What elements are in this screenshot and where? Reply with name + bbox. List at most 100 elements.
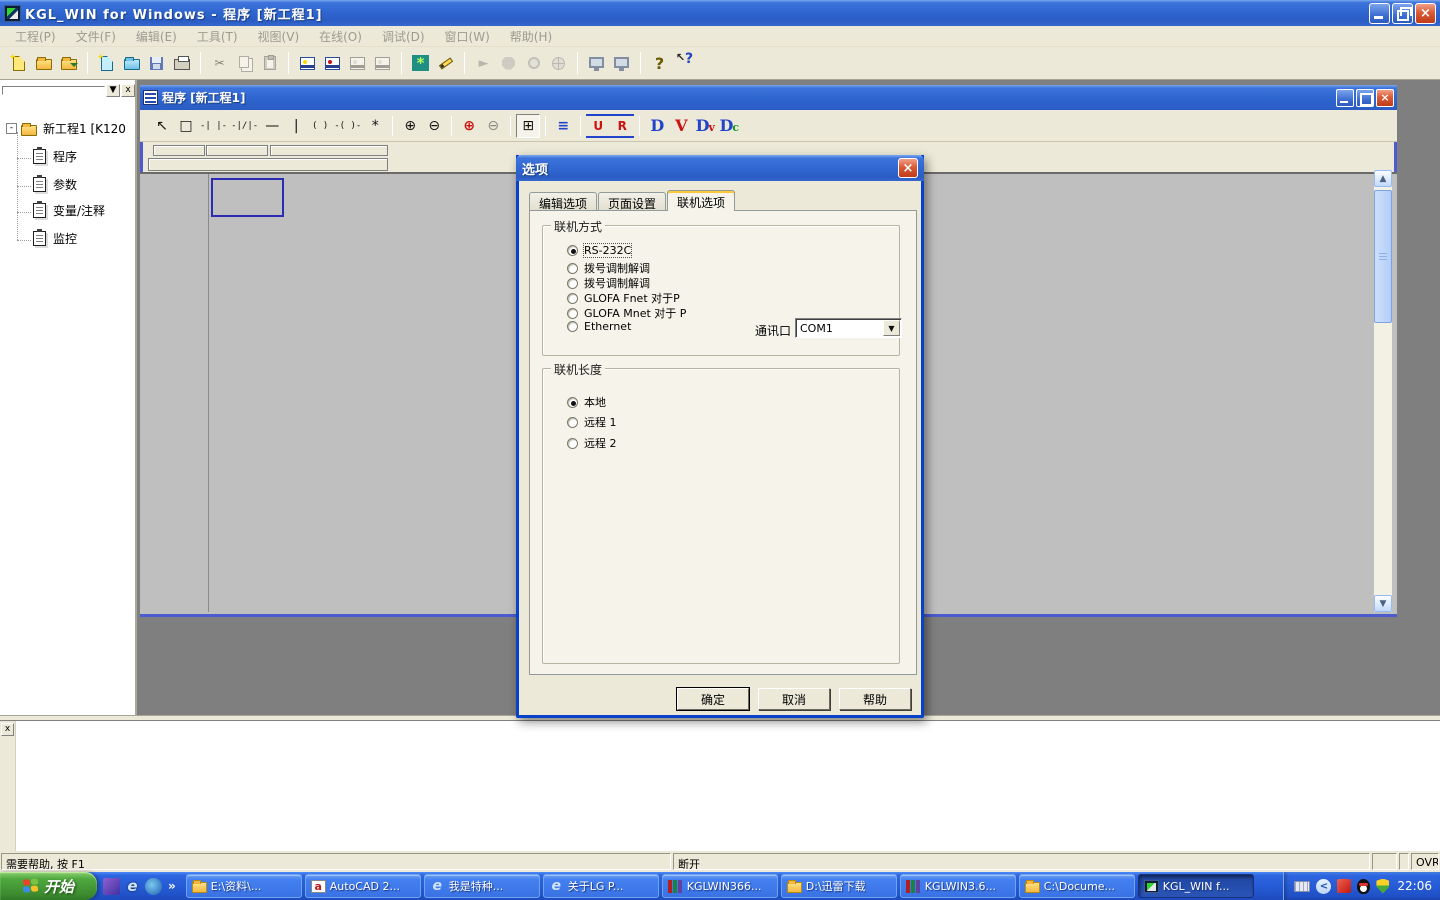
monitor-zoom-in-button[interactable]: ⊕ [457,114,481,138]
radio-ethernet[interactable]: Ethernet [567,320,631,333]
dialog-close-button[interactable]: × [898,158,918,178]
set-coil-button[interactable]: U [586,114,610,138]
ladder-insert-button[interactable] [345,51,370,76]
task-kglwin-active[interactable]: KGL_WIN f... [1138,874,1254,898]
line-mode-button[interactable]: ≡ [551,114,575,138]
input-method-icon[interactable] [1294,881,1310,892]
pause-button[interactable] [521,51,546,76]
tree-item-variable[interactable]: 变量/注释 [33,202,105,219]
stop-button[interactable] [496,51,521,76]
internet-explorer-icon[interactable]: e [124,878,141,895]
tree-item-program[interactable]: 程序 [33,148,77,165]
task-explorer-c[interactable]: C:\Docume... [1019,874,1135,898]
menu-tools[interactable]: 工具(T) [188,26,247,47]
open-file-button[interactable] [119,51,144,76]
dialog-titlebar[interactable]: 选项 × [516,155,924,181]
ladder-delete-button[interactable] [370,51,395,76]
help-button[interactable]: ? [647,51,672,76]
tree-item-parameter[interactable]: 参数 [33,176,77,193]
quick-launch-icon-1[interactable] [103,878,120,895]
paste-button[interactable] [257,51,282,76]
contact-nc-button[interactable]: -|/|- [229,114,260,138]
tree-panel-close-button[interactable]: x [121,84,135,97]
task-autocad[interactable]: a AutoCAD 2... [305,874,421,898]
mdi-close-button[interactable]: × [1376,89,1394,107]
radio-button[interactable] [567,438,578,449]
task-explorer-d[interactable]: D:\迅雷下载 [781,874,897,898]
mdi-maximize-button[interactable] [1356,89,1374,107]
security-shield-icon[interactable] [1376,879,1389,894]
copy-button[interactable] [232,51,257,76]
help-dialog-button[interactable]: 帮助 [839,688,911,710]
edit-tool-button[interactable] [433,51,458,76]
radio-rs232c[interactable]: RS-232C [567,244,631,257]
print-button[interactable] [169,51,194,76]
connect-button[interactable] [584,51,609,76]
tab-edit-options[interactable]: 编辑选项 [529,192,597,211]
radio-button[interactable] [567,263,578,274]
cancel-button[interactable]: 取消 [758,688,830,710]
radio-button[interactable] [567,293,578,304]
select-tool-button[interactable]: ↖ [150,114,174,138]
dv-instruction-button[interactable]: Dv [693,114,717,138]
tab-page-setup[interactable]: 页面设置 [598,192,666,211]
cut-button[interactable]: ✂ [207,51,232,76]
dc-instruction-button[interactable]: Dc [717,114,741,138]
zoom-out-button[interactable]: ⊖ [422,114,446,138]
comm-port-combobox[interactable]: COM1 ▼ [795,318,902,338]
task-explorer-e[interactable]: E:\资料\... [186,874,302,898]
ladder-cursor-cell[interactable] [211,178,284,217]
menu-online[interactable]: 在线(O) [310,26,371,47]
tab-online-options[interactable]: 联机选项 [667,190,735,211]
task-winrar-1[interactable]: KGLWIN366... [662,874,778,898]
task-browser-2[interactable]: e 关于LG P... [543,874,659,898]
radio-button[interactable] [567,308,578,319]
d-instruction-button[interactable]: D [645,114,669,138]
radio-button[interactable] [567,397,578,408]
output-coil-button[interactable]: -( )- [332,114,363,138]
monitor-zoom-out-button[interactable]: ⊖ [481,114,505,138]
menu-file[interactable]: 文件(F) [67,26,125,47]
radio-button[interactable] [567,245,578,256]
task-winrar-2[interactable]: KGLWIN3.6... [900,874,1016,898]
radio-local[interactable]: 本地 [567,394,606,410]
program-window-titlebar[interactable]: 程序 [新工程1] × [140,85,1397,110]
menu-project[interactable]: 工程(P) [6,26,65,47]
menu-window[interactable]: 窗口(W) [436,26,499,47]
tray-red-app-icon[interactable] [1337,879,1351,893]
tree-root-row[interactable]: - 新工程1 [K120 [6,120,126,137]
menu-edit[interactable]: 编辑(E) [127,26,186,47]
scroll-up-button[interactable]: ▲ [1374,170,1392,187]
program-check-button[interactable]: * [408,51,433,76]
rectangle-tool-button[interactable]: □ [174,114,198,138]
scroll-down-button[interactable]: ▼ [1374,595,1392,612]
remote-button[interactable] [546,51,571,76]
tray-collapse-icon[interactable]: < [1316,879,1331,894]
restore-button[interactable] [1392,3,1413,24]
menu-help[interactable]: 帮助(H) [501,26,561,47]
radio-button[interactable] [567,417,578,428]
tree-item-monitor[interactable]: 监控 [33,230,77,247]
new-project-button[interactable] [6,51,31,76]
radio-dedicated-modem[interactable]: 拨号调制解调 [567,275,650,291]
hline-button[interactable]: — [260,114,284,138]
radio-glofa-mnet[interactable]: GLOFA Mnet 对于 P [567,305,686,321]
qq-icon[interactable] [1357,879,1370,894]
ok-button[interactable]: 确定 [677,688,749,710]
output-panel-close-button[interactable]: x [1,723,14,736]
mnemonic-view-button[interactable] [320,51,345,76]
coil-button[interactable]: ( ) [308,114,332,138]
function-button[interactable]: * [363,114,387,138]
radio-remote-1[interactable]: 远程 1 [567,414,617,430]
save-file-button[interactable] [144,51,169,76]
radio-dialup-modem[interactable]: 拨号调制解调 [567,260,650,276]
open-project-button[interactable] [31,51,56,76]
quick-launch-more-icon[interactable]: » [166,879,176,893]
mdi-minimize-button[interactable] [1336,89,1354,107]
zoom-area-button[interactable]: ⊞ [516,114,540,138]
radio-remote-2[interactable]: 远程 2 [567,435,617,451]
vline-button[interactable]: | [284,114,308,138]
contact-no-button[interactable]: -| |- [198,114,229,138]
zoom-in-button[interactable]: ⊕ [398,114,422,138]
vertical-scrollbar[interactable]: ▲ ▼ [1374,170,1392,612]
